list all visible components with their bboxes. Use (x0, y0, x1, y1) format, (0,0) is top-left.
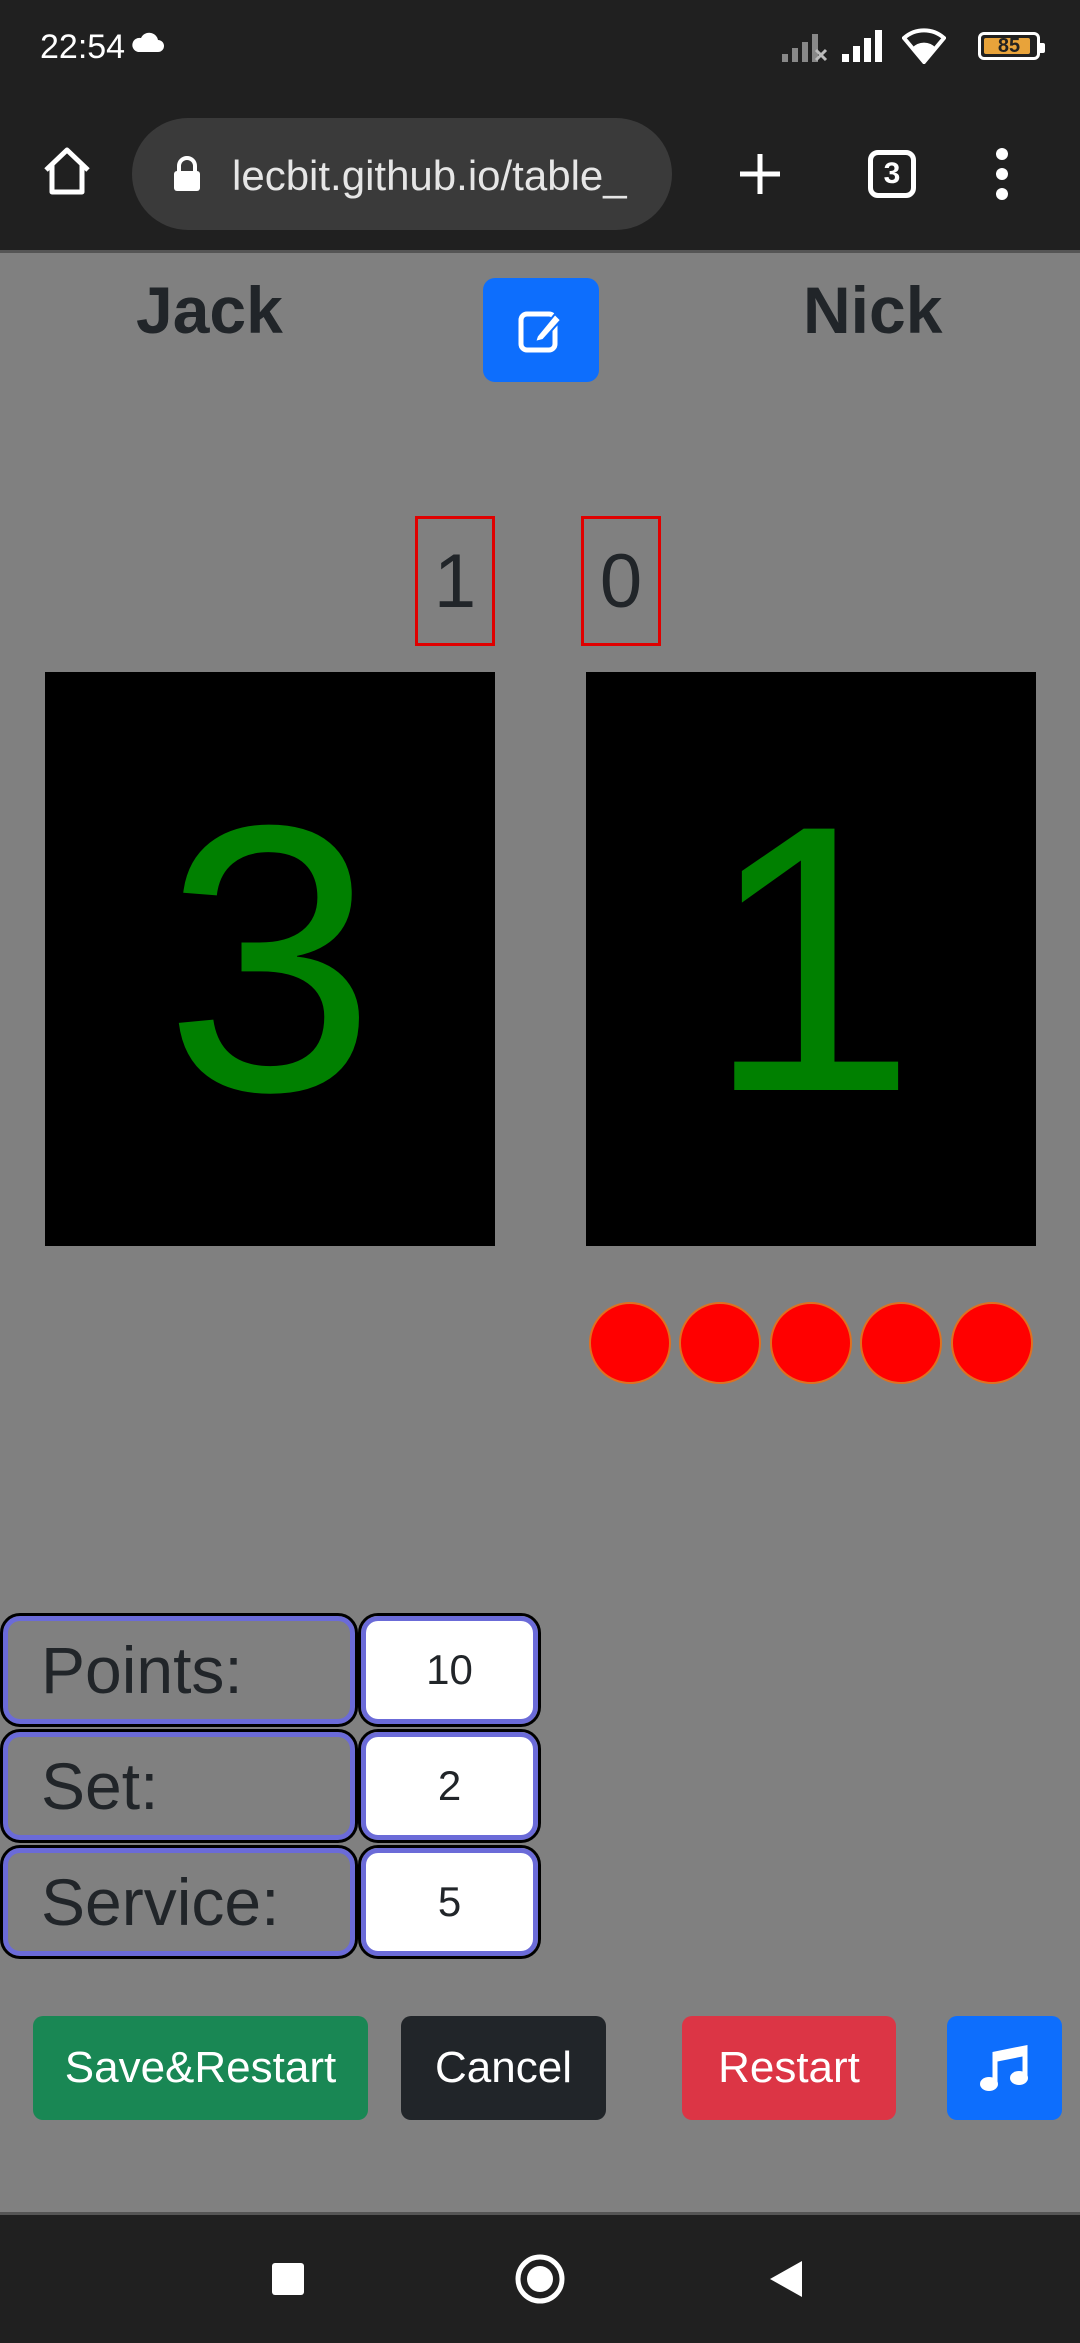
set-label: Set: (0, 1729, 358, 1843)
browser-toolbar: lecbit.github.io/table_ 3 (0, 100, 1080, 253)
signal-off-icon (782, 34, 828, 62)
service-dot (951, 1302, 1033, 1384)
home-nav-icon[interactable] (514, 2253, 566, 2305)
save-restart-button[interactable]: Save&Restart (33, 2016, 368, 2120)
back-icon[interactable] (768, 2259, 804, 2299)
cloud-icon (132, 32, 164, 52)
edit-button[interactable] (483, 278, 599, 382)
service-indicator (589, 1302, 1033, 1386)
address-bar[interactable]: lecbit.github.io/table_ (132, 118, 672, 230)
service-input[interactable]: 5 (358, 1845, 541, 1959)
edit-icon (518, 311, 563, 353)
points-label: Points: (0, 1613, 358, 1727)
status-icons: 85 (780, 28, 1045, 72)
battery-level: 85 (997, 35, 1021, 57)
player-right-name[interactable]: Nick (803, 272, 942, 348)
right-score-panel[interactable]: 1 (586, 672, 1036, 1246)
left-score: 3 (164, 746, 376, 1171)
service-dot (770, 1302, 852, 1384)
service-dot (589, 1302, 671, 1384)
more-menu-icon[interactable] (994, 148, 1010, 200)
points-input[interactable]: 10 (358, 1613, 541, 1727)
tab-switcher-button[interactable]: 3 (868, 150, 916, 198)
status-time: 22:54 (40, 28, 126, 66)
service-dot (860, 1302, 942, 1384)
music-button[interactable] (947, 2016, 1062, 2120)
url-text: lecbit.github.io/table_ (232, 152, 627, 199)
set-input[interactable]: 2 (358, 1729, 541, 1843)
service-dot (679, 1302, 761, 1384)
battery-icon: 85 (978, 32, 1045, 60)
cancel-button[interactable]: Cancel (401, 2016, 606, 2120)
lock-icon (174, 156, 200, 191)
status-bar: 22:54 85 (0, 0, 1080, 100)
recents-icon[interactable] (270, 2261, 306, 2297)
signal-icon (842, 30, 882, 62)
system-navigation-bar (0, 2212, 1080, 2343)
home-icon[interactable] (40, 144, 94, 198)
left-score-panel[interactable]: 3 (45, 672, 495, 1246)
wifi-icon (902, 28, 946, 64)
left-sets-won: 1 (415, 516, 495, 646)
player-left-name[interactable]: Jack (136, 272, 283, 348)
service-label: Service: (0, 1845, 358, 1959)
new-tab-icon[interactable] (736, 150, 784, 198)
right-score: 1 (705, 746, 917, 1171)
restart-button[interactable]: Restart (682, 2016, 896, 2120)
right-sets-won: 0 (581, 516, 661, 646)
music-icon (980, 2044, 1028, 2091)
